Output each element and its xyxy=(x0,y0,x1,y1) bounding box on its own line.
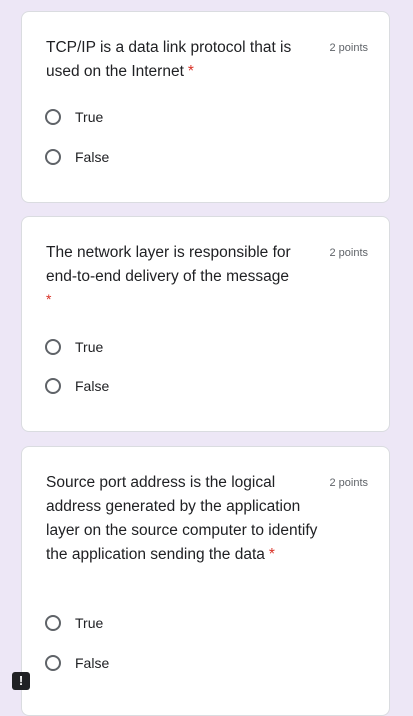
question-text: Source port address is the logical addre… xyxy=(46,474,318,563)
question-title: Source port address is the logical addre… xyxy=(46,471,318,567)
question-card-1: TCP/IP is a data link protocol that is u… xyxy=(21,11,390,203)
option-true[interactable]: True xyxy=(45,339,103,355)
radio-button-icon[interactable] xyxy=(45,149,61,165)
option-label: True xyxy=(75,109,104,125)
required-asterisk: * xyxy=(46,291,52,307)
option-label: True xyxy=(75,615,104,631)
radio-button-icon[interactable] xyxy=(45,378,61,394)
option-label: False xyxy=(75,655,110,671)
report-problem-icon[interactable]: ! xyxy=(12,672,30,690)
radio-button-icon[interactable] xyxy=(45,655,61,671)
question-card-2: The network layer is responsible for end… xyxy=(21,216,390,432)
question-text: The network layer is responsible for end… xyxy=(46,244,291,285)
option-true[interactable]: True xyxy=(45,615,103,631)
question-title: The network layer is responsible for end… xyxy=(46,241,318,309)
required-asterisk: * xyxy=(187,63,194,80)
option-true[interactable]: True xyxy=(45,109,103,125)
points-label: 2 points xyxy=(329,477,368,489)
radio-button-icon[interactable] xyxy=(45,109,61,125)
option-false[interactable]: False xyxy=(45,149,109,165)
option-label: False xyxy=(75,378,110,394)
required-asterisk: * xyxy=(268,546,275,563)
radio-button-icon[interactable] xyxy=(45,339,61,355)
option-false[interactable]: False xyxy=(45,378,109,394)
question-card-3: Source port address is the logical addre… xyxy=(21,446,390,716)
radio-button-icon[interactable] xyxy=(45,615,61,631)
points-label: 2 points xyxy=(329,42,368,54)
option-label: False xyxy=(75,149,110,165)
question-title: TCP/IP is a data link protocol that is u… xyxy=(46,36,318,84)
points-label: 2 points xyxy=(329,247,368,259)
option-false[interactable]: False xyxy=(45,655,109,671)
question-text: TCP/IP is a data link protocol that is u… xyxy=(46,39,292,80)
option-label: True xyxy=(75,339,104,355)
